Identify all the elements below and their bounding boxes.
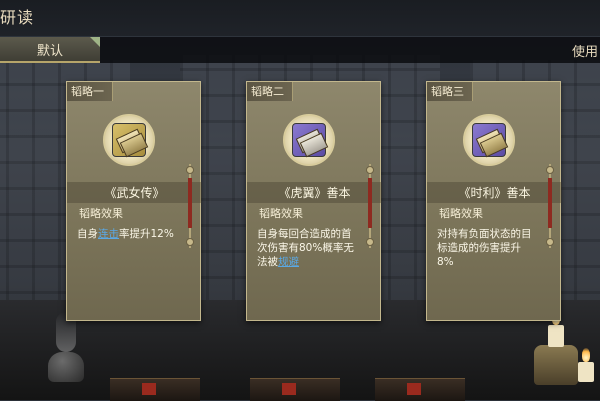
tab-selected-corner-icon <box>90 37 100 47</box>
effect-description: 对持有负面状态的目标造成的伤害提升8% <box>437 228 532 268</box>
card-title: 《虎翼》善本 <box>247 182 382 203</box>
effect-label: 韬略效果 <box>259 207 303 220</box>
top-bar <box>0 0 600 36</box>
scroll-bundle-icon <box>103 114 155 166</box>
candle-holder <box>534 345 578 385</box>
keyword-link-evade[interactable]: 规避 <box>278 256 299 268</box>
card-corner-label: 韬略三 <box>427 82 473 101</box>
effect-description: 自身连击率提升12% <box>77 228 174 240</box>
candle <box>578 362 594 382</box>
card-side-rail <box>185 164 195 248</box>
card-title: 《武女传》 <box>67 182 202 203</box>
table-book <box>375 378 465 401</box>
use-button[interactable]: 使用 <box>572 41 598 60</box>
incense-burner <box>48 352 84 382</box>
strategy-card-3[interactable]: 韬略三 《时利》善本 韬略效果 对持有负面状态的目标造成的伤害提升8% <box>426 81 562 321</box>
card-corner-label: 韬略一 <box>67 82 113 101</box>
table-book <box>250 378 340 401</box>
table-book <box>110 378 200 401</box>
strategy-card-2[interactable]: 韬略二 《虎翼》善本 韬略效果 自身每回合造成的首次伤害有80%概率无法被规避 <box>246 81 382 321</box>
tab-default[interactable]: 默认 <box>0 37 100 63</box>
book-bundle-icon <box>283 114 335 166</box>
candle-flame-icon <box>582 348 590 362</box>
strategy-card-1[interactable]: 韬略一 《武女传》 韬略效果 自身连击率提升12% <box>66 81 202 321</box>
keyword-link-combo[interactable]: 连击 <box>98 228 119 240</box>
card-corner-label: 韬略二 <box>247 82 293 101</box>
effect-description: 自身每回合造成的首次伤害有80%概率无法被规避 <box>257 228 354 268</box>
card-title: 《时利》善本 <box>427 182 562 203</box>
card-side-rail <box>365 164 375 248</box>
book-bundle-icon <box>463 114 515 166</box>
candle <box>548 325 564 347</box>
effect-label: 韬略效果 <box>79 207 123 220</box>
effect-label: 韬略效果 <box>439 207 483 220</box>
page-title: 研读 <box>0 8 35 27</box>
card-side-rail <box>545 164 555 248</box>
